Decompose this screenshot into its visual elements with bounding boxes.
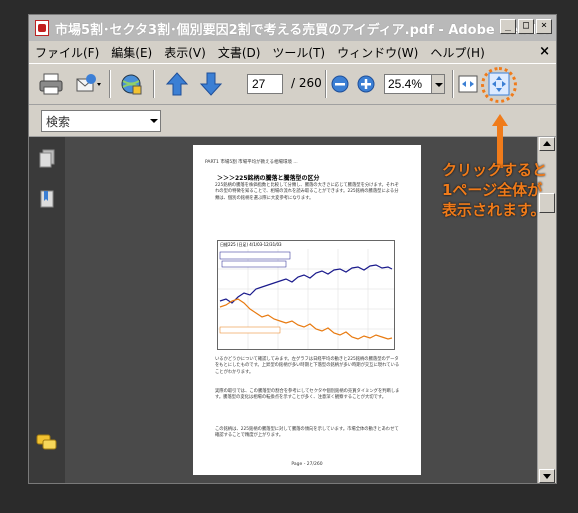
pdf-page: PART1 市場5割 市場平均が教える相場環境 ... ＞＞＞225銘柄の騰落と…	[193, 145, 421, 475]
toolbar: / 260	[29, 63, 556, 105]
search-input[interactable]	[41, 110, 161, 132]
zoom-level-input[interactable]	[384, 74, 432, 94]
document-close-button[interactable]: ×	[539, 44, 550, 59]
chart-title: 日経225 (日足) 4/1/03-12/31/03	[220, 242, 282, 247]
pages-icon[interactable]	[38, 149, 56, 169]
toolbar-separator	[325, 70, 327, 98]
page-header: PART1 市場5割 市場平均が教える相場環境 ...	[205, 160, 298, 165]
email-icon[interactable]	[73, 70, 101, 98]
print-icon[interactable]	[37, 70, 65, 98]
chart-figure: 日経225 (日足) 4/1/03-12/31/03	[217, 240, 395, 350]
series-up-line	[219, 264, 393, 304]
zoom-dropdown-button[interactable]	[431, 74, 445, 94]
next-page-icon[interactable]	[197, 70, 225, 98]
scroll-down-button[interactable]	[539, 469, 555, 483]
globe-icon[interactable]	[117, 70, 145, 98]
zoom-out-icon[interactable]	[329, 70, 351, 98]
menu-document[interactable]: 文書(D)	[218, 44, 261, 61]
comments-icon[interactable]	[36, 433, 58, 453]
search-bar	[29, 105, 556, 137]
page-number-input[interactable]	[247, 74, 283, 94]
toolbar-separator	[109, 70, 111, 98]
chart-plot	[218, 249, 394, 349]
maximize-button[interactable]: □	[518, 19, 534, 34]
previous-page-icon[interactable]	[163, 70, 191, 98]
window-title: 市場5割･セクタ3割･個別要因2割で考える売買のアイディア.pdf - Adob…	[55, 23, 552, 38]
pdf-app-icon	[35, 20, 49, 36]
callout-text: クリックすると1ページ全体が表示されます。	[442, 161, 548, 219]
zoom-in-icon[interactable]	[355, 70, 377, 98]
scroll-up-button[interactable]	[539, 137, 555, 151]
menu-window[interactable]: ウィンドウ(W)	[337, 44, 418, 61]
menu-bar: ファイル(F) 編集(E) 表示(V) 文書(D) ツール(T) ウィンドウ(W…	[29, 41, 556, 63]
fit-page-highlight	[481, 67, 517, 103]
menu-tools[interactable]: ツール(T)	[272, 44, 325, 61]
menu-help[interactable]: ヘルプ(H)	[430, 44, 484, 61]
reader-window: 市場5割･セクタ3割･個別要因2割で考える売買のアイディア.pdf - Adob…	[28, 14, 557, 484]
title-bar: 市場5割･セクタ3割･個別要因2割で考える売買のアイディア.pdf - Adob…	[29, 15, 556, 41]
paragraph: いるかどうかについて確認してみます。左グラフは日経平均の動きと225銘柄の騰落型…	[215, 357, 400, 375]
paragraph: この銘柄は、225銘柄の騰落型に対して騰落の傾向を示しています。市場全体の動きと…	[215, 427, 399, 439]
menu-edit[interactable]: 編集(E)	[111, 44, 152, 61]
menu-view[interactable]: 表示(V)	[164, 44, 206, 61]
minimize-button[interactable]: _	[500, 19, 516, 34]
toolbar-separator	[452, 70, 454, 98]
search-dropdown-button[interactable]	[147, 111, 161, 131]
bookmarks-icon[interactable]	[38, 189, 56, 209]
fit-width-icon[interactable]	[457, 70, 479, 98]
menu-file[interactable]: ファイル(F)	[35, 44, 99, 61]
page-footer: Page - 27/260	[291, 462, 323, 467]
close-button[interactable]: ×	[536, 19, 552, 34]
paragraph: 225銘柄の騰落を株価指数と比較して分類し、騰落の大きさに応じて騰落型を分けます…	[215, 183, 399, 201]
page-total: / 260	[291, 76, 322, 90]
toolbar-separator	[153, 70, 155, 98]
paragraph: 実際の取引では、この騰落型の割合を参考にしてセクタや個別銘柄の売買タイミングを判…	[215, 389, 400, 401]
page-heading: ＞＞＞225銘柄の騰落と騰落型の区分	[217, 175, 320, 182]
navigation-sidebar	[29, 137, 65, 483]
